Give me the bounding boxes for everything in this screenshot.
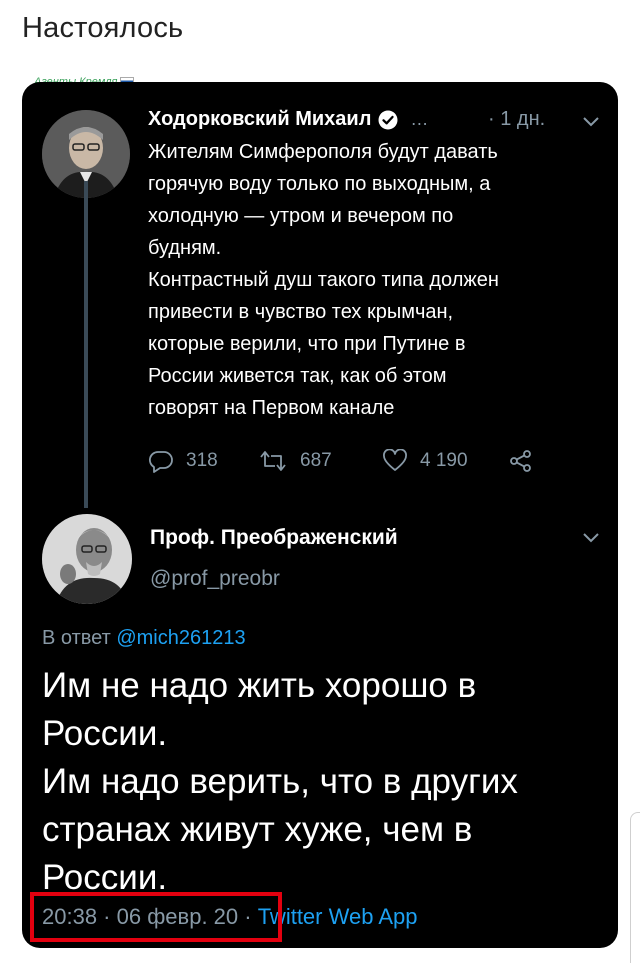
reply-button[interactable]: 318 — [148, 448, 218, 474]
reply-to-link[interactable]: @mich261213 — [116, 627, 245, 649]
tweet1-text-line: Контрастный душ такого типа должен — [148, 269, 499, 291]
tweet1-text-line: привести в чувство тех крымчан, — [148, 301, 454, 323]
tweet2-text-line: Им надо верить, что в других — [42, 762, 518, 801]
retweet-count: 687 — [300, 450, 332, 471]
like-button[interactable]: 4 190 — [382, 448, 468, 474]
tweet2-text-line: России. — [42, 714, 168, 753]
tweet2-handle[interactable]: @prof_preobr — [150, 567, 280, 591]
share-button[interactable] — [508, 448, 546, 474]
reply-icon — [148, 451, 173, 473]
tweet1-text-line: России живется так, как об этом — [148, 365, 447, 387]
like-icon — [383, 449, 407, 471]
tweet1-time[interactable]: · 1 дн. — [488, 108, 545, 131]
tweet1-text-line: Жителям Симферополя будут давать — [148, 141, 498, 163]
reply-to-line: В ответ @mich261213 — [42, 627, 246, 650]
tweet1-text-line: которые верили, что при Путине в — [148, 333, 466, 355]
chevron-down-icon[interactable] — [582, 116, 600, 128]
tweet2-author-name[interactable]: Проф. Преображенский — [150, 526, 398, 550]
tweet1-more-dots: … — [410, 109, 429, 129]
tweet1-actions: 318 687 4 190 — [148, 448, 548, 474]
tweet1-text-line: будням. — [148, 237, 222, 259]
tweet-screenshot: Ходорковский Михаил … · 1 дн. Жителям Си… — [22, 82, 618, 948]
retweet-button[interactable]: 687 — [258, 448, 332, 474]
verified-badge-icon — [378, 110, 398, 129]
avatar-prof-preobrazhensky[interactable] — [42, 514, 132, 604]
tweet1-text-line: говорят на Первом канале — [148, 397, 395, 419]
thread-line — [84, 181, 88, 508]
reply-to-label: В ответ — [42, 627, 111, 649]
chevron-down-icon[interactable] — [582, 532, 600, 544]
tweet1-text-line: холодную — утром и вечером по — [148, 205, 454, 227]
tweet2-text-line: странах живут хуже, чем в — [42, 810, 473, 849]
edge-divider — [630, 812, 640, 963]
reply-count: 318 — [186, 450, 218, 471]
tweet2-text-line: Им не надо жить хорошо в — [42, 666, 477, 705]
tweet1-text: Жителям Симферополя будут давать горячую… — [148, 136, 608, 424]
tweet2-text: Им не надо жить хорошо в России. Им надо… — [42, 662, 602, 902]
tweet1-author[interactable]: Ходорковский Михаил … — [148, 108, 428, 131]
like-count: 4 190 — [420, 450, 468, 471]
share-icon — [510, 450, 531, 472]
tweet1-text-line: горячую воду только по выходным, а — [148, 173, 491, 195]
post-title: Настоялось — [22, 12, 184, 44]
tweet1-author-name[interactable]: Ходорковский Михаил — [148, 108, 371, 131]
timestamp-highlight-box — [30, 892, 282, 942]
retweet-icon — [260, 451, 286, 471]
